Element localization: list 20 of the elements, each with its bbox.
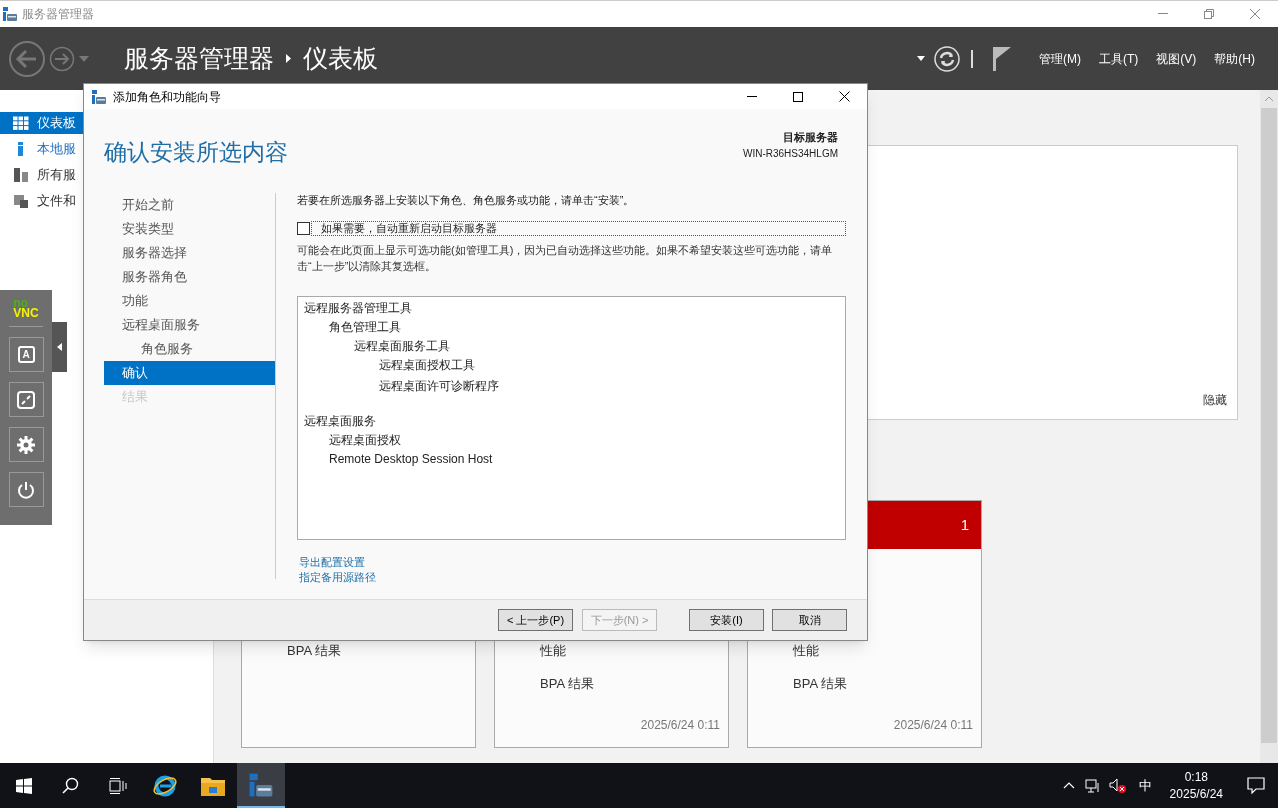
dialog-title: 添加角色和功能向导 bbox=[113, 88, 221, 106]
dialog-heading: 确认安装所选内容 bbox=[104, 138, 288, 168]
vnc-logo: no VNC bbox=[13, 298, 39, 318]
feature-item: Remote Desktop Session Host bbox=[329, 451, 493, 468]
target-server-label: 目标服务器 bbox=[783, 130, 838, 146]
target-server-name: WIN-R36HS34HLGM bbox=[742, 146, 838, 161]
feature-item: 角色管理工具 bbox=[329, 319, 401, 336]
feature-item: 远程桌面服务 bbox=[304, 413, 376, 430]
alert-count: 1 bbox=[960, 514, 969, 535]
card-timestamp: 2025/6/24 0:11 bbox=[640, 717, 720, 734]
window-title: 服务器管理器 bbox=[22, 6, 94, 23]
feature-item: 远程桌面服务工具 bbox=[354, 338, 450, 355]
breadcrumb-current: 仪表板 bbox=[303, 42, 378, 74]
feature-item: 远程桌面许可诊断程序 bbox=[379, 378, 499, 395]
card-timestamp: 2025/6/24 0:11 bbox=[893, 717, 973, 734]
intro-text: 若要在所选服务器上安装以下角色、角色服务或功能，请单击“安装”。 bbox=[297, 193, 636, 208]
feature-item: 远程桌面授权工具 bbox=[379, 357, 475, 374]
optional-features-note: 可能会在此页面上显示可选功能(如管理工具)，因为已自动选择这些功能。如果不希望安装这些可选功能，请单击“上一步”以清除其复选框。 bbox=[297, 243, 834, 274]
feature-item: 远程桌面授权 bbox=[329, 432, 401, 449]
feature-item: 远程服务器管理工具 bbox=[304, 300, 412, 317]
